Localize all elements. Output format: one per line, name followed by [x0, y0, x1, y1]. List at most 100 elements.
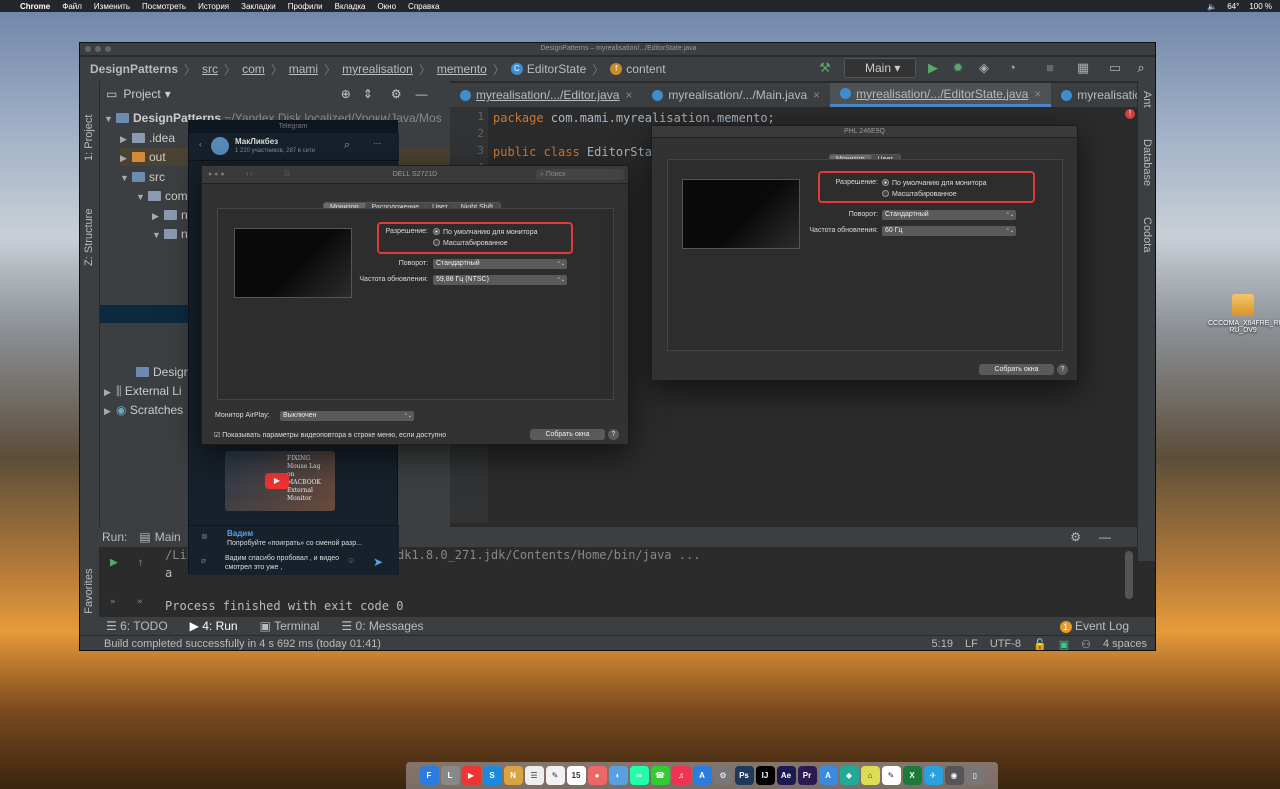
dock-app-icon[interactable]: IJ	[755, 766, 775, 785]
dock-app-icon[interactable]: F	[419, 766, 439, 785]
res-scaled-radio[interactable]: Масштабированное	[882, 190, 957, 198]
crumb-com[interactable]: com	[242, 62, 265, 76]
help-button[interactable]: ?	[1057, 364, 1068, 375]
dock-app-icon[interactable]: ⚙	[713, 766, 733, 785]
menu-edit[interactable]: Изменить	[94, 2, 130, 11]
coverage-icon[interactable]: ◈	[976, 60, 992, 76]
status-message[interactable]: Build completed successfully in 4 s 692 …	[104, 638, 381, 650]
settings-gear-icon[interactable]: ⚙	[391, 87, 402, 101]
tool-run[interactable]: ▶ 4: Run	[190, 619, 238, 633]
dock-app-icon[interactable]: Ps	[734, 766, 754, 785]
debug-icon[interactable]: ✹	[950, 60, 966, 76]
dock-app-icon[interactable]: ▯	[965, 766, 985, 785]
volume-icon[interactable]: 🔈	[1207, 2, 1217, 11]
dock-app-icon[interactable]: ◉	[944, 766, 964, 785]
run-hide-icon[interactable]: —	[1099, 530, 1111, 544]
run-settings-gear-icon[interactable]: ⚙	[1070, 530, 1081, 544]
error-indicator-icon[interactable]: !	[1125, 109, 1135, 119]
event-log[interactable]: 1 Event Log	[1059, 619, 1129, 633]
tool-messages[interactable]: ☰ 0: Messages	[341, 619, 423, 633]
layout-icon[interactable]: ▭	[1107, 60, 1123, 76]
profile-icon[interactable]: ◔	[1004, 60, 1020, 76]
battery-percent[interactable]: 100 %	[1249, 2, 1272, 11]
crumb-myrealisation[interactable]: myrealisation	[342, 62, 413, 76]
menu-file[interactable]: Файл	[62, 2, 82, 11]
dock-app-icon[interactable]: ⌂	[860, 766, 880, 785]
build-hammer-icon[interactable]: ⚒	[817, 60, 833, 76]
dock-app-icon[interactable]: ♫	[671, 766, 691, 785]
gather-windows-button[interactable]: Собрать окна	[530, 429, 605, 440]
menu-profiles[interactable]: Профили	[288, 2, 323, 11]
crumb-memento[interactable]: memento	[437, 62, 487, 76]
dock-app-icon[interactable]: ◆	[839, 766, 859, 785]
menu-bookmarks[interactable]: Закладки	[241, 2, 276, 11]
back-forward-icon[interactable]: ‹ ›	[246, 166, 253, 184]
tool-structure[interactable]: Z: Structure	[83, 209, 95, 266]
tree-com[interactable]: ▼ com	[136, 187, 188, 205]
caret-position[interactable]: 5:19	[932, 638, 953, 651]
search-icon[interactable]: ⌕	[344, 139, 350, 152]
tab-main-java[interactable]: myrealisation/.../Main.java ×	[642, 83, 830, 107]
crumb-editorstate[interactable]: EditorState	[527, 62, 586, 76]
run-config-select[interactable]: Main ▾	[844, 58, 916, 78]
console-scrollbar[interactable]	[1125, 551, 1133, 599]
menu-history[interactable]: История	[198, 2, 229, 11]
send-icon[interactable]: ➤	[373, 555, 383, 569]
menubar-app-name[interactable]: Chrome	[20, 2, 50, 11]
menu-view[interactable]: Посмотреть	[142, 2, 186, 11]
dock-app-icon[interactable]: ▶	[461, 766, 481, 785]
more-icon[interactable]: ⋯	[373, 139, 381, 148]
dock-app-icon[interactable]: ☎	[650, 766, 670, 785]
rotation-select[interactable]: Стандартный	[882, 210, 1016, 220]
tab-editorstate-java[interactable]: myrealisation/.../EditorState.java ×	[830, 83, 1052, 107]
tool-project[interactable]: 1: Project	[83, 115, 95, 161]
attach-icon[interactable]: ⌀	[201, 556, 206, 565]
dock-app-icon[interactable]: ✎	[545, 766, 565, 785]
locate-icon[interactable]: ⊕	[341, 87, 351, 101]
tree-scratches[interactable]: ▶ ◉ Scratches	[104, 401, 183, 419]
expand-icon[interactable]: »	[137, 597, 142, 607]
codota-icon[interactable]: ▣	[1059, 638, 1069, 651]
close-window-button[interactable]	[85, 46, 91, 52]
zoom-window-button[interactable]	[105, 46, 111, 52]
dock-app-icon[interactable]: A	[692, 766, 712, 785]
cancel-reply-icon[interactable]: ⊗	[201, 532, 208, 541]
stop-icon[interactable]: ■	[1042, 60, 1058, 76]
crumb-mami[interactable]: mami	[289, 62, 318, 76]
dock-app-icon[interactable]: ☰	[524, 766, 544, 785]
help-button[interactable]: ?	[608, 429, 619, 440]
project-view-select[interactable]: Project	[123, 87, 160, 101]
tab-editor-java[interactable]: myrealisation/.../Editor.java ×	[450, 83, 642, 107]
tool-todo[interactable]: ☰ 6: TODO	[106, 619, 168, 633]
dock-app-icon[interactable]: S	[482, 766, 502, 785]
run-icon[interactable]: ▶	[925, 60, 941, 76]
crumb-project[interactable]: DesignPatterns	[90, 62, 178, 76]
desktop-drive[interactable]: CCCOMA_X64FRE_RU-RU_DV9	[1208, 294, 1280, 334]
airplay-select[interactable]: Выключен	[280, 411, 414, 421]
inspector-icon[interactable]: ⚇	[1081, 638, 1091, 651]
file-encoding[interactable]: UTF-8	[990, 638, 1021, 651]
dock-app-icon[interactable]: 15	[566, 766, 586, 785]
tool-terminal[interactable]: ▣ Terminal	[260, 619, 320, 633]
tree-src[interactable]: ▼ src	[120, 168, 165, 186]
scroll-up-icon[interactable]: ↑	[137, 555, 144, 569]
run-tab-main[interactable]: Main	[155, 530, 181, 544]
back-icon[interactable]: ‹	[199, 140, 202, 149]
tool-database[interactable]: Database	[1141, 139, 1153, 186]
lock-icon[interactable]: 🔓	[1033, 638, 1047, 651]
video-thumbnail[interactable]: FIXING Mouse Lag on MACBOOK External Monitor …	[225, 451, 335, 511]
search-icon[interactable]: ⌕	[1133, 60, 1149, 76]
grid-icon[interactable]: ⁞⁞⁞	[284, 166, 290, 184]
tree-n2[interactable]: ▼ n	[152, 225, 188, 243]
tool-codota[interactable]: Codota	[1141, 217, 1153, 252]
expand-icon[interactable]: »	[110, 597, 115, 607]
line-separator[interactable]: LF	[965, 638, 978, 651]
dock-app-icon[interactable]: ◐	[608, 766, 628, 785]
dock-app-icon[interactable]: ∞	[629, 766, 649, 785]
menu-help[interactable]: Справка	[408, 2, 439, 11]
res-default-radio[interactable]: По умолчанию для монитора	[882, 179, 986, 187]
crumb-src[interactable]: src	[202, 62, 218, 76]
dock-app-icon[interactable]: ●	[587, 766, 607, 785]
gather-windows-button[interactable]: Собрать окна	[979, 364, 1054, 375]
menu-window[interactable]: Окно	[377, 2, 396, 11]
